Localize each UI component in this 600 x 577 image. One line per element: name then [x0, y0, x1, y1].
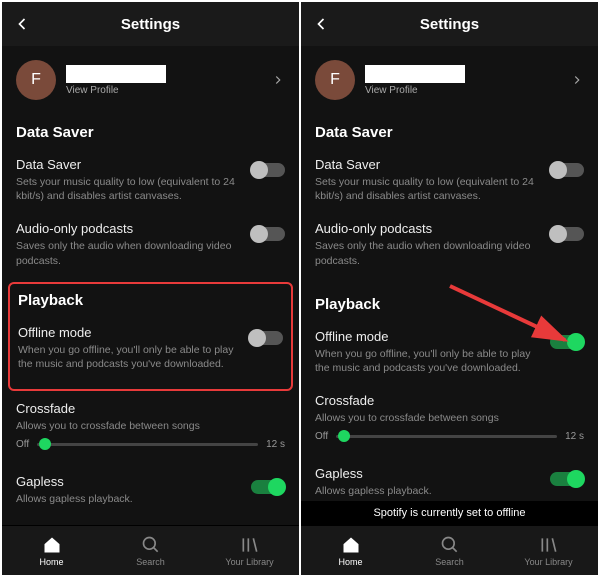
gapless-toggle[interactable]	[550, 472, 584, 486]
audio-only-desc: Saves only the audio when downloading vi…	[315, 239, 540, 267]
view-profile-label: View Profile	[66, 85, 261, 96]
chevron-right-icon	[570, 73, 584, 87]
setting-audio-only: Audio-only podcasts Saves only the audio…	[16, 211, 285, 275]
crossfade-slider-row: Off 12 s	[16, 435, 285, 464]
bottom-nav: Home Search Your Library	[2, 525, 299, 575]
nav-library-label: Your Library	[524, 557, 572, 567]
audio-only-title: Audio-only podcasts	[315, 221, 540, 236]
avatar: F	[16, 60, 56, 100]
audio-only-toggle[interactable]	[550, 227, 584, 241]
profile-info: View Profile	[66, 65, 261, 96]
crossfade-min: Off	[16, 439, 29, 450]
nav-search[interactable]: Search	[101, 526, 200, 575]
setting-data-saver: Data Saver Sets your music quality to lo…	[16, 147, 285, 211]
audio-only-toggle[interactable]	[251, 227, 285, 241]
bottom-nav: Home Search Your Library	[301, 525, 598, 575]
setting-audio-only: Audio-only podcasts Saves only the audio…	[315, 211, 584, 275]
offline-toggle[interactable]	[249, 331, 283, 345]
offline-title: Offline mode	[18, 325, 239, 340]
nav-search-label: Search	[136, 557, 165, 567]
crossfade-desc: Allows you to crossfade between songs	[16, 419, 285, 433]
slider-thumb	[338, 430, 350, 442]
offline-desc: When you go offline, you'll only be able…	[18, 343, 239, 371]
data-saver-toggle[interactable]	[550, 163, 584, 177]
setting-data-saver: Data Saver Sets your music quality to lo…	[315, 147, 584, 211]
gapless-desc: Allows gapless playback.	[315, 484, 540, 498]
audio-only-title: Audio-only podcasts	[16, 221, 241, 236]
chevron-right-icon	[271, 73, 285, 87]
nav-library[interactable]: Your Library	[200, 526, 299, 575]
section-data-saver: Data Saver	[16, 124, 285, 141]
header: Settings	[2, 2, 299, 46]
data-saver-toggle[interactable]	[251, 163, 285, 177]
page-title: Settings	[420, 16, 479, 33]
crossfade-title: Crossfade	[16, 401, 285, 416]
screen-left: Settings F View Profile Data Saver Data …	[2, 2, 299, 575]
crossfade-desc: Allows you to crossfade between songs	[315, 411, 584, 425]
search-icon	[440, 535, 460, 555]
data-saver-title: Data Saver	[315, 157, 540, 172]
data-saver-desc: Sets your music quality to low (equivale…	[16, 175, 241, 203]
gapless-toggle[interactable]	[251, 480, 285, 494]
crossfade-max: 12 s	[565, 431, 584, 442]
nav-home[interactable]: Home	[2, 526, 101, 575]
profile-row[interactable]: F View Profile	[315, 46, 584, 104]
crossfade-min: Off	[315, 431, 328, 442]
setting-offline-mode: Offline mode When you go offline, you'll…	[18, 315, 283, 379]
crossfade-max: 12 s	[266, 439, 285, 450]
nav-home-label: Home	[39, 557, 63, 567]
crossfade-slider[interactable]	[37, 443, 258, 446]
setting-crossfade: Crossfade Allows you to crossfade betwee…	[16, 391, 285, 435]
profile-name-redacted	[365, 65, 465, 83]
home-icon	[341, 535, 361, 555]
highlight-offline-mode: Playback Offline mode When you go offlin…	[8, 282, 293, 391]
content: F View Profile Data Saver Data Saver Set…	[2, 46, 299, 525]
gapless-desc: Allows gapless playback.	[16, 492, 241, 506]
profile-info: View Profile	[365, 65, 560, 96]
profile-name-redacted	[66, 65, 166, 83]
screen-right: Settings F View Profile Data Saver Data …	[301, 2, 598, 575]
nav-library-label: Your Library	[225, 557, 273, 567]
view-profile-label: View Profile	[365, 85, 560, 96]
avatar: F	[315, 60, 355, 100]
page-title: Settings	[121, 16, 180, 33]
nav-home[interactable]: Home	[301, 526, 400, 575]
nav-library[interactable]: Your Library	[499, 526, 598, 575]
library-icon	[240, 535, 260, 555]
crossfade-slider[interactable]	[336, 435, 557, 438]
nav-search[interactable]: Search	[400, 526, 499, 575]
profile-row[interactable]: F View Profile	[16, 46, 285, 104]
crossfade-title: Crossfade	[315, 393, 584, 408]
data-saver-title: Data Saver	[16, 157, 241, 172]
offline-desc: When you go offline, you'll only be able…	[315, 347, 540, 375]
gapless-title: Gapless	[315, 466, 540, 481]
slider-thumb	[39, 438, 51, 450]
offline-toast: Spotify is currently set to offline	[301, 501, 598, 525]
crossfade-slider-row: Off 12 s	[315, 427, 584, 456]
audio-only-desc: Saves only the audio when downloading vi…	[16, 239, 241, 267]
setting-offline-mode: Offline mode When you go offline, you'll…	[315, 319, 584, 383]
setting-gapless: Gapless Allows gapless playback.	[16, 464, 285, 514]
setting-crossfade: Crossfade Allows you to crossfade betwee…	[315, 383, 584, 427]
gapless-title: Gapless	[16, 474, 241, 489]
content: F View Profile Data Saver Data Saver Set…	[301, 46, 598, 525]
home-icon	[42, 535, 62, 555]
offline-toggle[interactable]	[550, 335, 584, 349]
section-playback: Playback	[315, 296, 584, 313]
back-icon[interactable]	[311, 14, 331, 34]
search-icon	[141, 535, 161, 555]
offline-title: Offline mode	[315, 329, 540, 344]
header: Settings	[301, 2, 598, 46]
nav-home-label: Home	[338, 557, 362, 567]
library-icon	[539, 535, 559, 555]
section-playback: Playback	[18, 292, 283, 309]
setting-gapless: Gapless Allows gapless playback.	[315, 456, 584, 506]
data-saver-desc: Sets your music quality to low (equivale…	[315, 175, 540, 203]
section-data-saver: Data Saver	[315, 124, 584, 141]
back-icon[interactable]	[12, 14, 32, 34]
nav-search-label: Search	[435, 557, 464, 567]
